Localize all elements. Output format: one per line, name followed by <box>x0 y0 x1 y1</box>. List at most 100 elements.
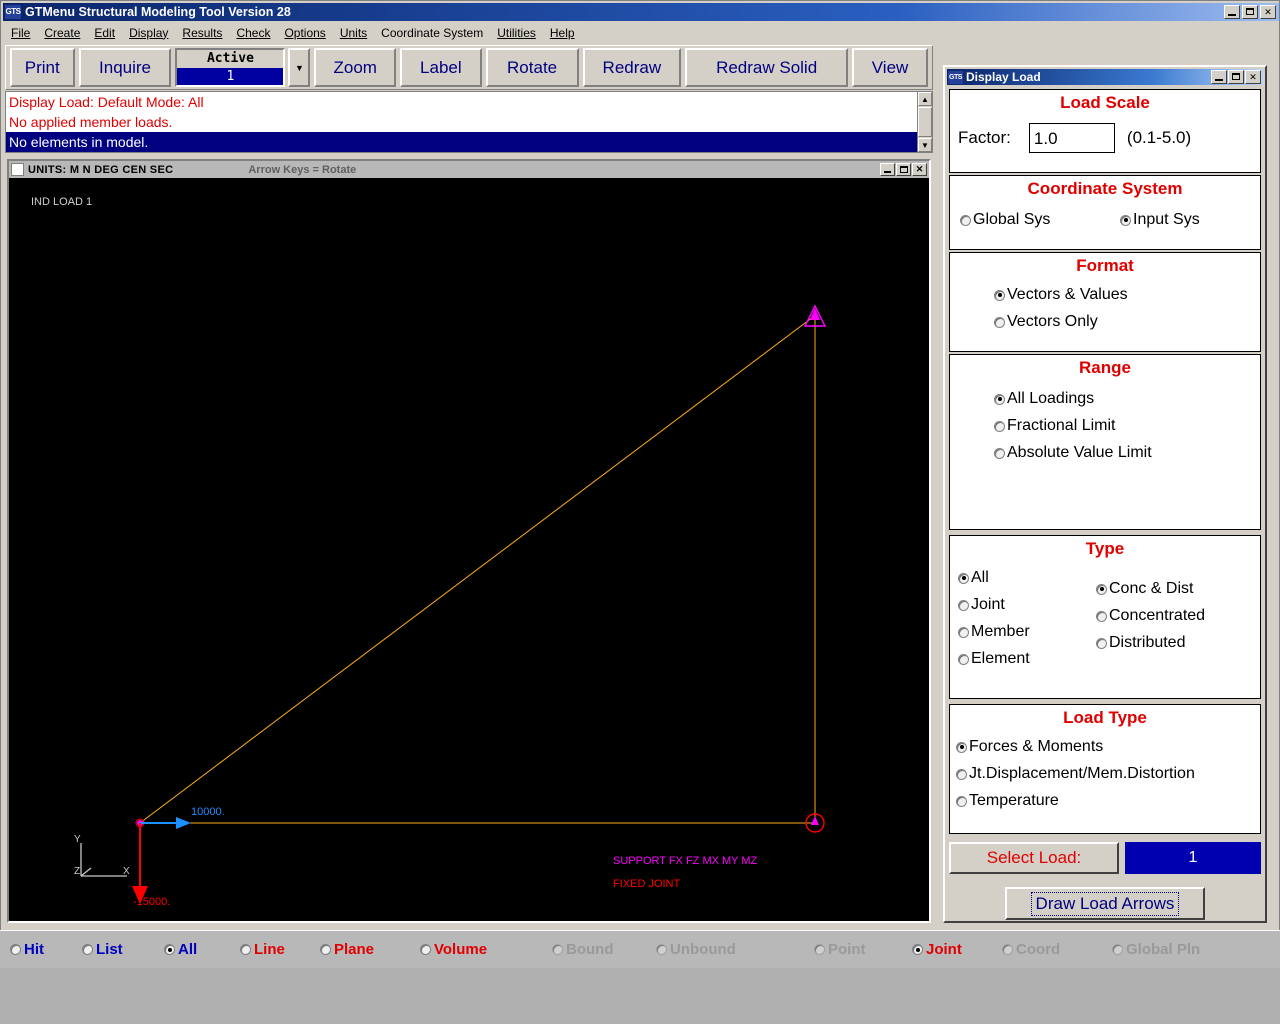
radio-type-all[interactable]: All <box>958 569 1088 587</box>
axis-z-label: Z <box>74 866 81 877</box>
load-scale-group: Load Scale Factor: 1.0 (0.1-5.0) <box>949 89 1261 173</box>
message-row[interactable]: No elements in model. <box>6 132 933 152</box>
radio-vectors-only[interactable]: Vectors Only <box>994 313 1260 331</box>
type-title: Type <box>1085 539 1125 558</box>
dialog-close-icon[interactable]: ✕ <box>1245 70 1261 84</box>
graphics-window-icon <box>11 163 24 176</box>
radio-indicator <box>958 599 969 611</box>
radio-type-element[interactable]: Element <box>958 650 1088 668</box>
select-load-value[interactable]: 1 <box>1125 842 1261 874</box>
radio-concentrated[interactable]: Concentrated <box>1096 607 1205 625</box>
redraw-solid-button[interactable]: Redraw Solid <box>685 48 849 87</box>
scrollbar-thumb[interactable] <box>918 107 932 137</box>
radio-all-loadings[interactable]: All Loadings <box>994 390 1260 408</box>
menu-item-check[interactable]: Check <box>229 25 277 41</box>
radio-forces-moments[interactable]: Forces & Moments <box>956 738 1260 756</box>
message-row[interactable]: Display Load: Default Mode: All <box>6 92 933 112</box>
maximize-icon[interactable] <box>1242 5 1258 19</box>
radio-indicator <box>956 741 967 753</box>
scroll-down-icon[interactable]: ▼ <box>918 138 932 152</box>
legend-fixed-joint-label: FIXED JOINT <box>613 878 681 890</box>
radio-global-sys[interactable]: Global Sys <box>960 211 1090 229</box>
radio-absolute-value-limit[interactable]: Absolute Value Limit <box>994 444 1260 462</box>
radio-type-member[interactable]: Member <box>958 623 1088 641</box>
redraw-button[interactable]: Redraw <box>582 48 682 87</box>
radio-indicator <box>994 316 1005 328</box>
radio-indicator <box>958 572 969 584</box>
graphics-maximize-icon[interactable] <box>896 163 911 176</box>
rotate-hint-label: Arrow Keys = Rotate <box>248 163 357 176</box>
menu-bar: File Create Edit Display Results Check O… <box>4 23 1278 42</box>
menu-item-display[interactable]: Display <box>122 25 175 41</box>
draw-load-arrows-button[interactable]: Draw Load Arrows <box>1005 887 1205 920</box>
menu-item-help[interactable]: Help <box>543 25 582 41</box>
mode-line-label: Line <box>254 941 285 958</box>
radio-indicator <box>10 944 21 955</box>
select-load-button[interactable]: Select Load: <box>949 842 1119 874</box>
radio-fractional-limit-label: Fractional Limit <box>1007 417 1116 434</box>
main-window-title: GTMenu Structural Modeling Tool Version … <box>25 5 291 19</box>
model-canvas[interactable]: IND LOAD 1 10000. -15000. Y X Z SUPPORT … <box>9 178 929 921</box>
dialog-window-controls: ✕ <box>1211 70 1261 84</box>
radio-type-joint[interactable]: Joint <box>958 596 1088 614</box>
mode-hit[interactable]: Hit <box>10 941 44 958</box>
radio-indicator <box>958 626 969 638</box>
radio-input-sys[interactable]: Input Sys <box>1120 211 1200 229</box>
radio-jt-displacement-label: Jt.Displacement/Mem.Distortion <box>969 765 1195 782</box>
mode-list-label: List <box>96 941 123 958</box>
close-icon[interactable]: ✕ <box>1260 5 1276 19</box>
menu-item-create[interactable]: Create <box>37 25 87 41</box>
mode-plane[interactable]: Plane <box>320 941 374 958</box>
mode-all[interactable]: All <box>164 941 197 958</box>
radio-indicator <box>956 795 967 807</box>
app-logo-icon: GTS <box>5 5 21 19</box>
mode-coord: Coord <box>1002 941 1060 958</box>
mode-line[interactable]: Line <box>240 941 285 958</box>
menu-item-units[interactable]: Units <box>333 25 374 41</box>
coordinate-system-title: Coordinate System <box>1027 179 1183 198</box>
radio-jt-displacement[interactable]: Jt.Displacement/Mem.Distortion <box>956 765 1260 783</box>
radio-distributed[interactable]: Distributed <box>1096 634 1205 652</box>
zoom-button[interactable]: Zoom <box>314 48 397 87</box>
radio-indicator <box>960 214 971 226</box>
message-row[interactable]: No applied member loads. <box>6 112 933 132</box>
load-type-group: Load Type Forces & Moments Jt.Displaceme… <box>949 704 1261 834</box>
menu-item-results[interactable]: Results <box>175 25 229 41</box>
radio-indicator <box>1002 944 1013 955</box>
scroll-up-icon[interactable]: ▲ <box>918 92 932 106</box>
minimize-icon[interactable] <box>1224 5 1240 19</box>
menu-item-utilities[interactable]: Utilities <box>490 25 543 41</box>
radio-indicator <box>994 447 1005 459</box>
radio-indicator <box>240 944 251 955</box>
mode-all-label: All <box>178 941 198 958</box>
menu-item-options[interactable]: Options <box>277 25 332 41</box>
dialog-minimize-icon[interactable] <box>1211 70 1227 84</box>
active-label: Active <box>206 51 254 66</box>
graphics-close-icon[interactable]: ✕ <box>912 163 927 176</box>
format-group: Format Vectors & Values Vectors Only <box>949 252 1261 352</box>
axis-y-label: Y <box>74 834 81 845</box>
graphics-minimize-icon[interactable] <box>880 163 895 176</box>
message-list: Display Load: Default Mode: All No appli… <box>5 91 933 153</box>
chevron-down-icon[interactable]: ▼ <box>288 48 311 87</box>
menu-item-edit[interactable]: Edit <box>87 25 122 41</box>
mode-volume[interactable]: Volume <box>420 941 487 958</box>
mode-list[interactable]: List <box>82 941 123 958</box>
radio-vectors-values[interactable]: Vectors & Values <box>994 286 1260 304</box>
menu-item-file[interactable]: File <box>4 25 37 41</box>
rotate-button[interactable]: Rotate <box>485 48 579 87</box>
print-button[interactable]: Print <box>10 48 75 87</box>
mode-joint[interactable]: Joint <box>912 941 962 958</box>
factor-input[interactable]: 1.0 <box>1028 123 1115 153</box>
message-scrollbar[interactable]: ▲ ▼ <box>917 91 933 153</box>
inquire-button[interactable]: Inquire <box>78 48 172 87</box>
radio-temperature[interactable]: Temperature <box>956 792 1260 810</box>
active-load-box[interactable]: Active 1 <box>175 48 286 87</box>
radio-fractional-limit[interactable]: Fractional Limit <box>994 417 1260 435</box>
view-button[interactable]: View <box>852 48 928 87</box>
dialog-maximize-icon[interactable] <box>1228 70 1244 84</box>
label-button[interactable]: Label <box>400 48 482 87</box>
radio-conc-and-dist[interactable]: Conc & Dist <box>1096 580 1205 598</box>
draw-load-arrows-label: Draw Load Arrows <box>1030 891 1180 916</box>
menu-item-coordinate-system[interactable]: Coordinate System <box>374 25 490 41</box>
